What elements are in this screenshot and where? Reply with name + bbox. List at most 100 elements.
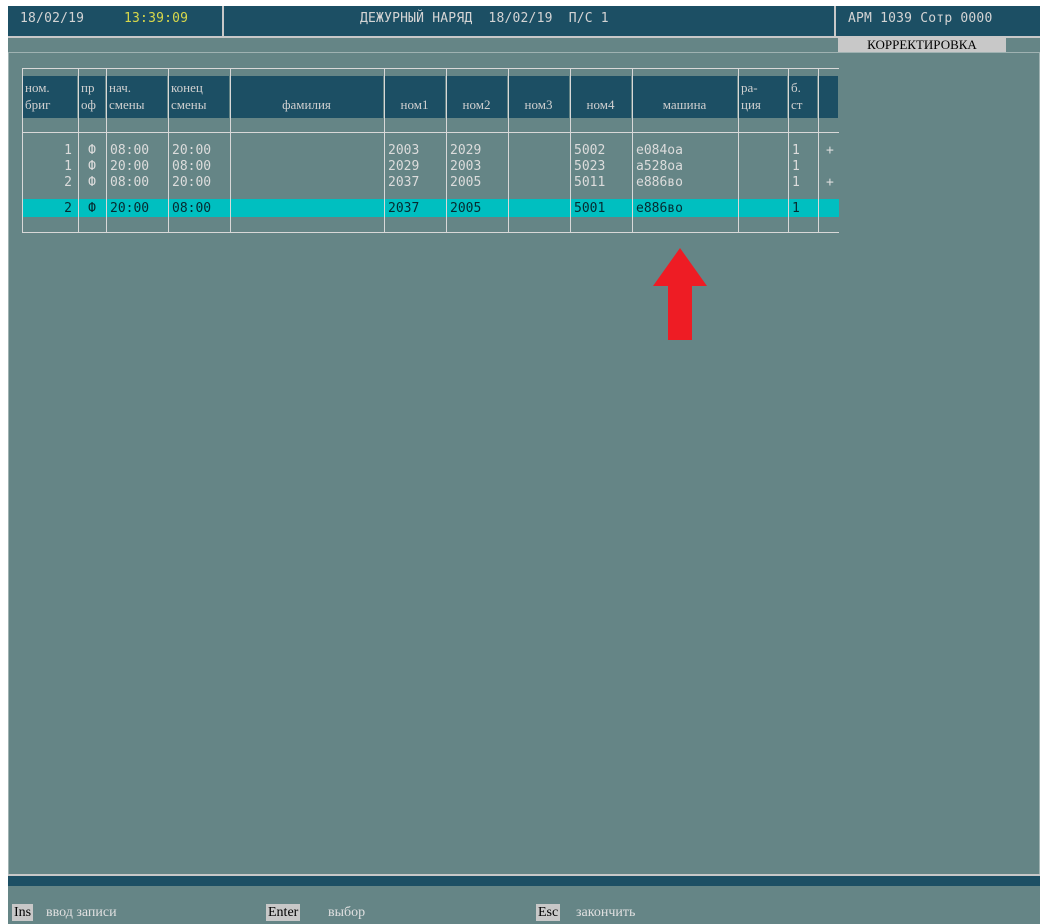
- bottom-separator: [8, 874, 1040, 886]
- cell-vehicle: е886во: [636, 201, 683, 216]
- cell-vehicle: е084оа: [636, 143, 683, 158]
- column-divider: [508, 68, 509, 232]
- column-header-line2: фамилия: [282, 97, 331, 112]
- cell-radio: [742, 201, 788, 217]
- cell-surname: [234, 143, 384, 159]
- column-header-line1: пр: [81, 80, 95, 95]
- column-header-station[interactable]: б. ст: [788, 76, 817, 118]
- frame-border: [8, 52, 9, 874]
- cell-number-1: 2037: [388, 201, 420, 216]
- cell-number-3: [512, 143, 570, 159]
- column-header-vehicle[interactable]: машина: [632, 76, 737, 118]
- column-header-shift-start[interactable]: нач. смены: [106, 76, 167, 118]
- cell-surname: [234, 201, 384, 217]
- cell-number-4: 5002: [574, 143, 606, 158]
- cell-shift-start: 08:00: [110, 175, 150, 190]
- cell-number-3: [512, 175, 570, 191]
- table-rule: [22, 232, 839, 233]
- cell-number-1: 2037: [388, 175, 420, 190]
- column-header-line1: б.: [791, 80, 801, 95]
- cell-number-4: 5001: [574, 201, 606, 216]
- hotkey-bar: Ins ввод записи Enter выбор Esc закончит…: [8, 890, 1040, 924]
- column-header-line2: ст: [791, 97, 803, 112]
- cell-shift-end: 20:00: [172, 175, 212, 190]
- column-header-number-2[interactable]: ном2: [446, 76, 507, 118]
- esc-key[interactable]: Esc: [536, 904, 561, 921]
- ins-label: ввод записи: [46, 905, 117, 920]
- cell-shift-start: 20:00: [110, 201, 150, 216]
- cell-radio: [742, 159, 788, 175]
- column-header-profile[interactable]: пр оф: [78, 76, 105, 118]
- cell-shift-end: 20:00: [172, 143, 212, 158]
- current-time: 13:39:09: [124, 11, 189, 26]
- column-header-line1: конец: [171, 80, 203, 95]
- screen-title: ДЕЖУРНЫЙ НАРЯД 18/02/19 П/С 1: [360, 11, 609, 26]
- column-header-radio[interactable]: ра-ция: [738, 76, 787, 118]
- column-header-line1: ра-: [741, 80, 758, 95]
- cell-shift-start: 20:00: [110, 159, 150, 174]
- column-header-number-3[interactable]: ном3: [508, 76, 569, 118]
- cell-radio: [742, 175, 788, 191]
- column-header-line2: машина: [662, 97, 707, 112]
- cell-station: 1: [792, 175, 800, 190]
- cell-brigade-number: 1: [64, 143, 72, 158]
- cell-number-3: [512, 159, 570, 175]
- status-divider: [222, 6, 224, 36]
- cell-vehicle: е886во: [636, 175, 683, 190]
- cell-brigade-number: 2: [64, 175, 72, 190]
- column-divider: [818, 68, 819, 232]
- row-marker: +: [826, 175, 834, 190]
- cell-shift-end: 08:00: [172, 201, 212, 216]
- column-divider: [22, 68, 23, 232]
- cell-station: 1: [792, 143, 800, 158]
- column-header-shift-end[interactable]: конец смены: [168, 76, 229, 118]
- row-marker: +: [826, 143, 834, 158]
- column-header-line2: оф: [81, 97, 96, 112]
- column-divider: [738, 68, 739, 232]
- column-header-line2: смены: [171, 97, 207, 112]
- column-header-line2: ном2: [462, 97, 491, 112]
- column-divider: [106, 68, 107, 232]
- enter-key[interactable]: Enter: [266, 904, 301, 921]
- column-header-number-1[interactable]: ном1: [384, 76, 445, 118]
- red-arrow-up-icon: [653, 248, 707, 340]
- cell-station: 1: [792, 201, 800, 216]
- terminal-screen: 18/02/19 13:39:09 ДЕЖУРНЫЙ НАРЯД 18/02/1…: [8, 6, 1040, 924]
- column-divider: [168, 68, 169, 232]
- column-divider: [384, 68, 385, 232]
- cell-brigade-number: 1: [64, 159, 72, 174]
- column-header-line2: ном4: [586, 97, 615, 112]
- cell-surname: [234, 159, 384, 175]
- top-status-bar: 18/02/19 13:39:09 ДЕЖУРНЫЙ НАРЯД 18/02/1…: [8, 6, 1040, 38]
- cell-number-2: 2029: [450, 143, 482, 158]
- column-header-line2: ном3: [524, 97, 553, 112]
- column-header-number-4[interactable]: ном4: [570, 76, 631, 118]
- column-header-line2: бриг: [25, 97, 51, 112]
- column-header-line2: смены: [109, 97, 145, 112]
- table-rule: [22, 68, 839, 69]
- cell-shift-end: 08:00: [172, 159, 212, 174]
- cell-number-4: 5023: [574, 159, 606, 174]
- cell-number-2: 2003: [450, 159, 482, 174]
- enter-label: выбор: [328, 905, 366, 920]
- column-header-brigade-number[interactable]: ном. бриг: [22, 76, 77, 118]
- header-extension: [818, 76, 838, 118]
- cell-number-1: 2003: [388, 143, 420, 158]
- cell-number-4: 5011: [574, 175, 606, 190]
- column-header-surname[interactable]: фамилия: [230, 76, 383, 118]
- cell-brigade-number: 2: [64, 201, 72, 216]
- cell-profile: Ф: [88, 159, 96, 174]
- column-divider: [788, 68, 789, 232]
- column-divider: [570, 68, 571, 232]
- cell-station: 1: [792, 159, 800, 174]
- workstation-user: АРМ 1039 Сотр 0000: [848, 11, 993, 26]
- cell-radio: [742, 143, 788, 159]
- esc-label: закончить: [576, 905, 636, 920]
- cell-profile: Ф: [88, 175, 96, 190]
- frame-border: [8, 52, 1040, 53]
- cell-surname: [234, 175, 384, 191]
- column-divider: [230, 68, 231, 232]
- column-divider: [78, 68, 79, 232]
- ins-key[interactable]: Ins: [12, 904, 34, 921]
- cell-number-3: [512, 201, 570, 217]
